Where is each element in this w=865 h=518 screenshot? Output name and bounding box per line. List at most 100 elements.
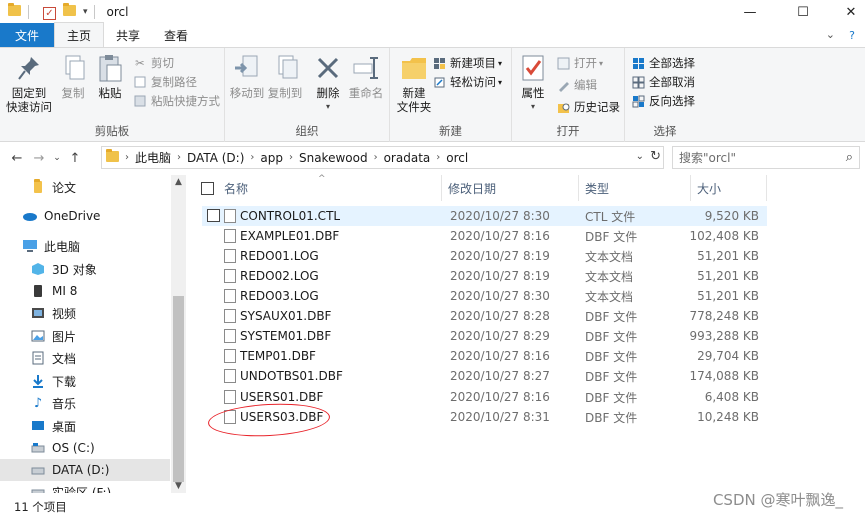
recent-dropdown-icon[interactable]: ⌄ [50,153,64,163]
sidebar-item-this-pc[interactable]: 此电脑 [0,235,170,257]
rename-button[interactable]: 重命名 [347,52,385,100]
search-icon[interactable]: ⌕ [846,150,853,165]
table-row[interactable]: REDO01.LOG 2020/10/27 8:19 文本文档 51,201 K… [202,246,767,266]
table-row[interactable]: TEMP01.DBF 2020/10/27 8:16 DBF 文件 29,704… [202,346,767,366]
sidebar-item-pictures[interactable]: 图片 [0,325,170,347]
open-button[interactable]: 打开 ▾ [556,54,603,72]
sidebar-item-label: 音乐 [52,396,77,411]
help-icon[interactable]: ? [849,29,855,42]
quick-access-dropdown-icon[interactable]: ▾ [83,7,88,17]
chevron-right-icon[interactable]: › [372,152,380,163]
edit-button[interactable]: 编辑 [556,76,597,94]
delete-button[interactable]: 删除 ▾ [313,52,343,114]
tab-home[interactable]: 主页 [54,22,105,47]
chevron-right-icon[interactable]: › [123,152,131,163]
chevron-down-icon[interactable]: ⌄ [826,28,835,41]
sidebar-scroll-thumb[interactable] [173,296,184,482]
breadcrumb-this-pc[interactable]: 此电脑 [131,149,175,166]
maximize-button[interactable]: ☐ [780,0,826,24]
copy-path-button[interactable]: 复制路径 [133,73,197,91]
back-arrow-icon[interactable]: ← [6,151,28,166]
row-checkbox[interactable] [207,209,220,222]
history-button[interactable]: 历史记录 [556,98,620,116]
chevron-right-icon[interactable]: › [287,152,295,163]
refresh-icon[interactable]: ↻ [650,149,661,164]
sidebar-item-desktop[interactable]: 桌面 [0,415,170,437]
sidebar-item-3d-objects[interactable]: 3D 对象 [0,258,170,280]
table-row[interactable]: SYSTEM01.DBF 2020/10/27 8:29 DBF 文件 993,… [202,326,767,346]
new-item-button[interactable]: 新建项目 ▾ [432,54,502,72]
sidebar-item-label: 文档 [52,351,77,366]
forward-arrow-icon[interactable]: → [28,151,50,166]
table-row[interactable]: EXAMPLE01.DBF 2020/10/27 8:16 DBF 文件 102… [202,226,767,246]
pin-quick-access-button[interactable]: 固定到 快速访问 [6,52,52,114]
tab-view[interactable]: 查看 [152,23,200,47]
column-header-type[interactable]: 类型 [579,175,691,201]
sidebar-item-os-drive[interactable]: OS (C:) [0,437,170,459]
search-input[interactable]: 搜索"orcl" ⌕ [672,146,860,169]
folder-icon [30,179,46,194]
table-row[interactable]: REDO03.LOG 2020/10/27 8:30 文本文档 51,201 K… [202,286,767,306]
table-row[interactable]: REDO02.LOG 2020/10/27 8:19 文本文档 51,201 K… [202,266,767,286]
address-bar[interactable]: › 此电脑 › DATA (D:) › app › Snakewood › or… [101,146,664,169]
file-name: TEMP01.DBF [240,349,316,363]
chevron-right-icon[interactable]: › [434,152,442,163]
sidebar-item-music[interactable]: ♪ 音乐 [0,392,170,414]
breadcrumb-orcl[interactable]: orcl [442,151,472,165]
breadcrumb-data-drive[interactable]: DATA (D:) [183,151,248,165]
chevron-right-icon[interactable]: › [175,152,183,163]
tab-share[interactable]: 共享 [104,23,152,47]
rename-icon [351,52,381,84]
select-all-checkbox[interactable] [201,181,214,195]
column-header-date[interactable]: 修改日期 [442,175,579,201]
sidebar-item-label: DATA (D:) [52,463,110,477]
table-row[interactable]: CONTROL01.CTL 2020/10/27 8:30 CTL 文件 9,5… [202,206,767,226]
new-item-dropdown-icon[interactable]: ▾ [498,59,502,68]
select-all-button[interactable]: 全部选择 [631,54,695,72]
copy-button[interactable]: 复制 [58,52,88,100]
paste-shortcut-button[interactable]: 粘贴快捷方式 [133,92,220,110]
sidebar-item-papers[interactable]: 论文 [0,176,170,198]
table-row[interactable]: UNDOTBS01.DBF 2020/10/27 8:27 DBF 文件 174… [202,366,767,386]
sidebar-item-lab-drive[interactable]: 实验区 (F:) [0,481,170,493]
paste-button[interactable]: 粘贴 [95,52,125,100]
scroll-up-icon[interactable]: ▲ [171,175,186,189]
easy-access-dropdown-icon[interactable]: ▾ [498,78,502,87]
chevron-right-icon[interactable]: › [248,152,256,163]
properties-button[interactable]: 属性 ▾ [518,52,548,114]
new-folder-icon[interactable] [63,3,77,19]
table-row[interactable]: SYSAUX01.DBF 2020/10/27 8:28 DBF 文件 778,… [202,306,767,326]
select-none-button[interactable]: 全部取消 [631,73,695,91]
invert-selection-button[interactable]: 反向选择 [631,92,695,110]
properties-check-icon[interactable]: ✓ [43,5,57,20]
breadcrumb-snakewood[interactable]: Snakewood [295,151,372,165]
sidebar-item-onedrive[interactable]: OneDrive [0,205,170,227]
new-folder-button[interactable]: 新建 文件夹 [394,52,434,114]
sidebar-item-downloads[interactable]: 下载 [0,370,170,392]
minimize-button[interactable]: — [727,0,773,24]
copy-to-button[interactable]: 复制到 [267,52,303,100]
address-dropdown-icon[interactable]: ⌄ [636,151,644,162]
search-placeholder: 搜索"orcl" [679,151,736,165]
sidebar-item-label: OneDrive [44,209,101,223]
cut-button[interactable]: ✂ 剪切 [133,54,174,72]
file-type: DBF 文件 [585,410,638,425]
scroll-down-icon[interactable]: ▼ [171,479,186,493]
close-button[interactable]: ✕ [828,0,865,24]
column-header-name[interactable]: 名称 [192,175,442,201]
file-size: 51,201 KB [697,269,759,283]
sidebar-item-videos[interactable]: 视频 [0,302,170,324]
breadcrumb-app[interactable]: app [256,151,287,165]
breadcrumb-oradata[interactable]: oradata [380,151,435,165]
sidebar-item-mi8[interactable]: MI 8 [0,280,170,302]
properties-dropdown-icon[interactable]: ▾ [531,100,535,114]
sidebar-item-data-drive[interactable]: DATA (D:) [0,459,170,481]
sidebar-item-documents[interactable]: 文档 [0,347,170,369]
up-arrow-icon[interactable]: ↑ [64,151,86,166]
column-header-size[interactable]: 大小 [691,175,767,201]
easy-access-button[interactable]: 轻松访问 ▾ [432,73,502,91]
move-to-button[interactable]: 移动到 [229,52,265,100]
open-dropdown-icon[interactable]: ▾ [599,59,603,68]
delete-dropdown-icon[interactable]: ▾ [326,100,330,114]
tab-file[interactable]: 文件 [0,23,54,47]
